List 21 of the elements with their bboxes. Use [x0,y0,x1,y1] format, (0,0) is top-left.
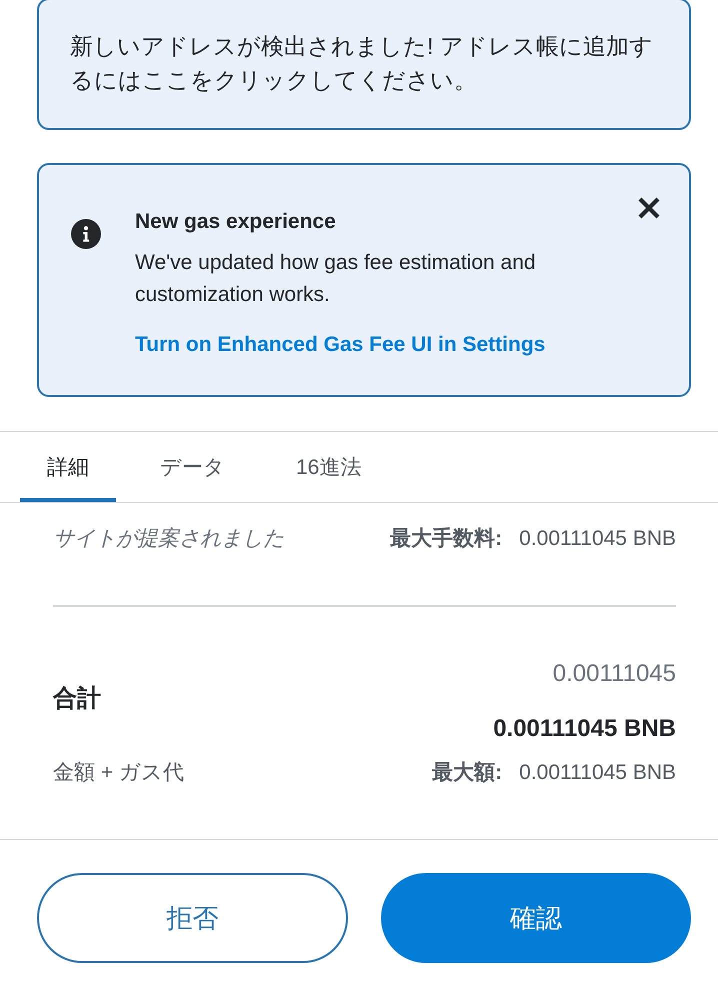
notice-title: New gas experience [135,209,336,235]
address-notice-text: 新しいアドレスが検出されました! アドレス帳に追加するにはここをクリックしてください。 [70,32,654,95]
address-notice-card[interactable]: 新しいアドレスが検出されました! アドレス帳に追加するにはここをクリックしてください。 [37,0,691,130]
tab[interactable]: 16進法 [269,432,388,502]
tab[interactable]: データ [133,432,252,502]
total-amount-with-unit: 0.00111045 BNB [493,714,676,744]
fee-source-text: サイトが提案されました [53,526,284,552]
notice-text: We've updated how gas fee estimation and customization works. [135,250,537,308]
max-fee-value: 0.00111045 BNB [519,526,676,552]
amount-plus-gas-label: 金額 + ガス代 [53,760,184,786]
confirm-button[interactable]: 確認 [380,873,691,963]
max-amount-value: 0.00111045 BNB [519,760,676,786]
reject-button[interactable]: 拒否 [37,873,348,963]
max-amount-label: 最大額: [432,760,502,786]
total-amount: 0.00111045 [552,659,676,689]
info-icon [71,219,101,249]
max-fee-label: 最大手数料: [390,526,502,552]
close-icon[interactable] [637,196,661,220]
tab[interactable]: 詳細 [20,432,116,502]
total-label: 合計 [53,684,101,714]
settings-link[interactable]: Turn on Enhanced Gas Fee UI in Settings [135,330,546,360]
